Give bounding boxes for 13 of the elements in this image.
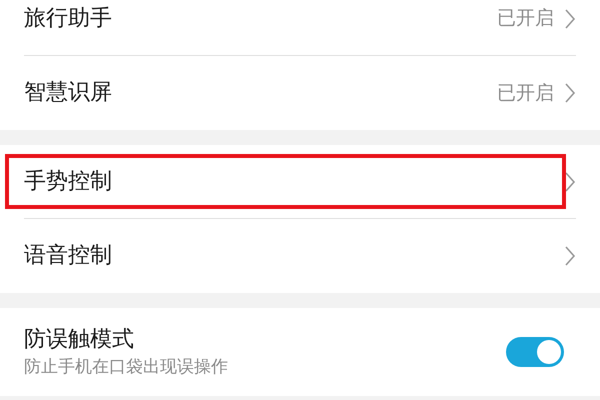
setting-description: 防止手机在口袋出现误操作 [24,357,228,378]
chevron-right-icon [564,82,576,104]
chevron-right-icon [564,245,576,267]
setting-label: 防误触模式 [24,326,135,354]
setting-label: 语音控制 [24,242,112,270]
toggle-switch[interactable] [506,337,564,367]
chevron-right-icon [564,8,576,30]
setting-value: 已开启 [497,80,554,106]
setting-value: 已开启 [497,6,554,32]
setting-label: 智慧识屏 [24,79,112,107]
chevron-right-icon [564,170,576,192]
setting-label: 旅行助手 [24,4,112,32]
setting-label: 手势控制 [24,168,112,196]
